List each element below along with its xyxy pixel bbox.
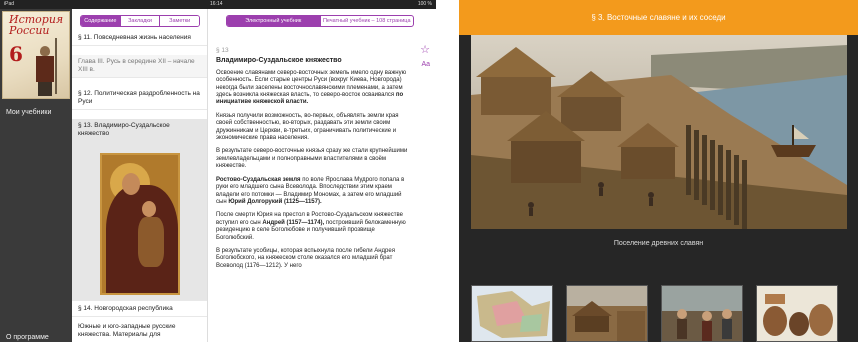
cover-grade: 6 xyxy=(9,42,23,66)
tab-notes[interactable]: Заметки xyxy=(159,16,199,26)
about-link[interactable]: О программе xyxy=(6,334,49,341)
toc-item[interactable]: § 12. Политическая раздробленность на Ру… xyxy=(72,87,207,110)
paragraph: Освоение славянами северо-восточных земе… xyxy=(216,69,407,106)
settlement-illustration[interactable] xyxy=(471,35,847,229)
book-cover[interactable]: История России 6 xyxy=(2,11,70,99)
paragraph: В результате северо-восточные князья сра… xyxy=(216,148,408,170)
toc-tab-bar: Содержание Закладки Заметки xyxy=(80,15,200,27)
book-shelf-sidebar: История России 6 Мои учебники О программ… xyxy=(0,9,72,342)
toc-item[interactable]: § 11. Повседневная жизнь населения xyxy=(72,31,207,46)
cover-title: История России xyxy=(9,13,64,37)
status-bar: iPad 16:14 100 % xyxy=(0,0,436,9)
reader-pane: Электронный учебник Печатный учебник – 1… xyxy=(208,9,436,342)
tab-contents[interactable]: Содержание xyxy=(81,16,120,26)
people-thumbnail[interactable] xyxy=(661,285,743,342)
left-ipad-screen: iPad 16:14 100 % История России 6 Мои уч… xyxy=(0,0,436,342)
toc-item-label: § 13. Владимиро-Суздальское княжество xyxy=(78,122,170,137)
tab-printed-book[interactable]: Печатный учебник – 108 страница xyxy=(319,16,414,26)
paragraph: Князья получили возможность, во-первых, … xyxy=(216,112,399,142)
pottery-thumbnail[interactable] xyxy=(756,285,838,342)
paragraph: Ростово-Суздальская земля по воле Яросла… xyxy=(216,176,405,205)
font-size-icon[interactable]: Aa xyxy=(421,61,430,68)
section-heading: Владимиро-Суздальское княжество xyxy=(216,57,342,65)
tab-bookmarks[interactable]: Закладки xyxy=(119,16,160,26)
section-number: § 13 xyxy=(216,47,229,54)
toc-item[interactable]: § 14. Новгородская республика xyxy=(72,302,207,317)
my-books-link[interactable]: Мои учебники xyxy=(6,109,51,116)
icon-image xyxy=(100,153,180,295)
device-label: iPad xyxy=(4,1,15,7)
map-thumbnail[interactable] xyxy=(471,285,553,342)
battery-level: 100 % xyxy=(417,1,432,7)
bookmark-star-icon[interactable]: ☆ xyxy=(420,45,430,56)
table-of-contents: Содержание Закладки Заметки § 11. Повсед… xyxy=(72,9,208,342)
reader-text: § 13 Владимиро-Суздальское княжество Осв… xyxy=(216,47,412,276)
paragraph: В результате усобицы, которая вспыхнула … xyxy=(216,247,395,269)
settlement-thumbnail[interactable] xyxy=(566,285,648,342)
lesson-header: § 3. Восточные славяне и их соседи xyxy=(459,0,858,35)
image-caption: Поселение древних славян xyxy=(613,240,704,247)
clock: 16:14 xyxy=(210,1,223,7)
reader-tab-bar: Электронный учебник Печатный учебник – 1… xyxy=(226,15,414,27)
paragraph: После смерти Юрия на престол в Ростово-С… xyxy=(216,212,406,241)
toc-chapter-heading[interactable]: Глава III. Русь в середине XII – начале … xyxy=(72,55,207,78)
warrior-illustration xyxy=(33,38,57,96)
toc-item[interactable]: Южные и юго-западные русские княжества. … xyxy=(72,320,207,342)
thumbnail-strip xyxy=(459,285,858,342)
right-ipad-screen: § 3. Восточные славяне и их соседи Посел… xyxy=(459,0,858,342)
tab-electronic-book[interactable]: Электронный учебник xyxy=(227,16,320,26)
